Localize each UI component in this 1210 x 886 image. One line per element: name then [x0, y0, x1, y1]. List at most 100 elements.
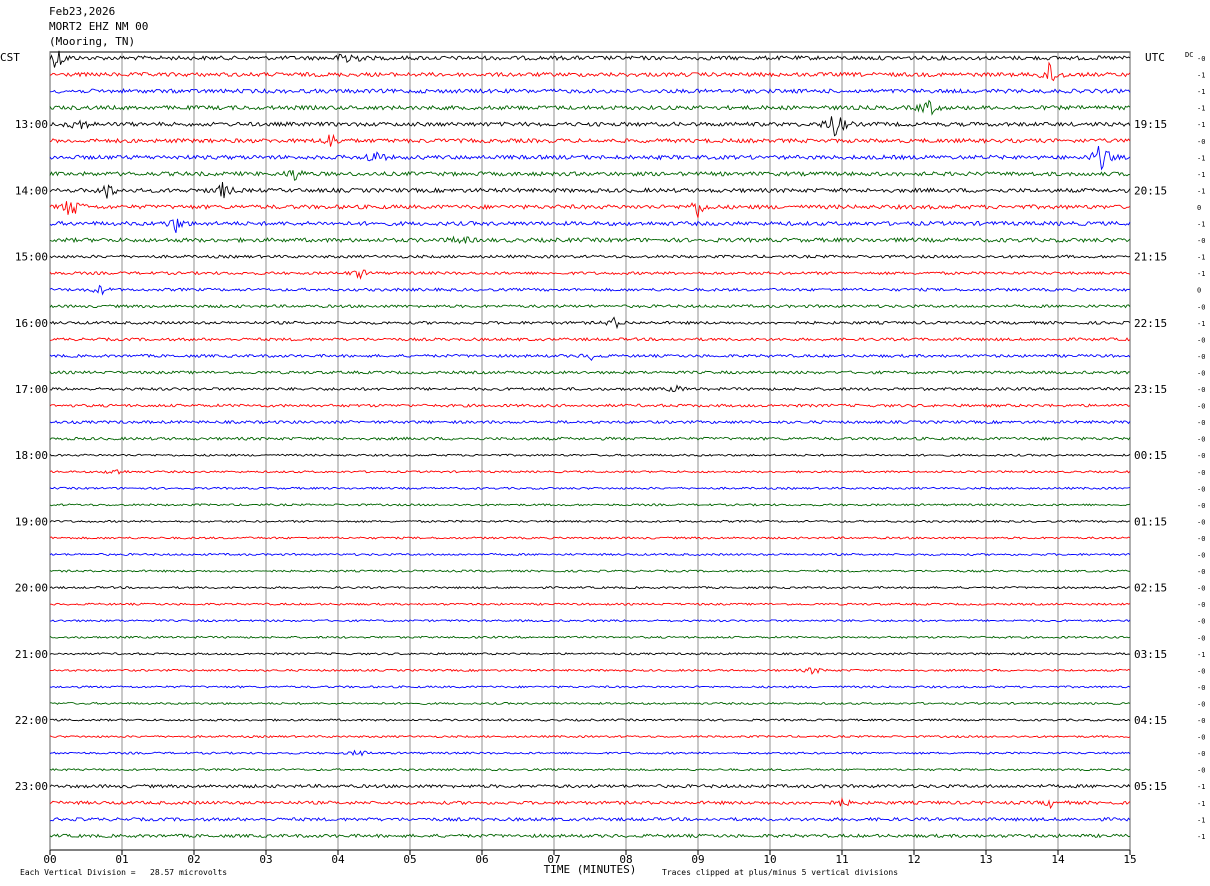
seismic-trace — [49, 816, 1131, 822]
seismic-trace — [49, 201, 1131, 218]
seismic-trace — [49, 235, 1131, 245]
dc-offset-label: -0 — [1197, 518, 1205, 526]
seismic-trace — [49, 87, 1131, 95]
dc-offset-label: -1 — [1197, 105, 1205, 113]
seismic-trace — [49, 370, 1131, 375]
seismic-trace — [50, 602, 1131, 606]
seismic-trace — [49, 316, 1131, 330]
seismic-trace — [49, 667, 1131, 675]
x-axis-title: TIME (MINUTES) — [544, 863, 637, 876]
dc-offset-label: -0 — [1197, 469, 1205, 477]
seismic-trace — [49, 384, 1131, 393]
seismic-trace — [49, 99, 1131, 116]
seismic-trace — [49, 783, 1131, 789]
dc-offset-label: -1 — [1197, 254, 1205, 262]
dc-offset-label: -0 — [1197, 336, 1205, 344]
dc-offset-label: -0 — [1197, 601, 1205, 609]
x-tick-label: 15 — [1123, 853, 1136, 866]
division-note: Each Vertical Division = 28.57 microvolt… — [20, 868, 228, 877]
dc-offset-label: -0 — [1197, 55, 1205, 63]
seismic-trace — [49, 284, 1131, 296]
dc-offset-label: -0 — [1197, 618, 1205, 626]
left-hour-label: 18:00 — [15, 449, 48, 462]
seismic-trace — [49, 146, 1131, 171]
seismic-trace — [49, 116, 1131, 137]
left-timezone-label: CST — [0, 51, 20, 64]
dc-offset-label: -0 — [1197, 734, 1205, 742]
dc-offset-label: 0 — [1197, 204, 1201, 212]
right-hour-label: 23:15 — [1134, 383, 1167, 396]
seismic-trace — [49, 169, 1131, 181]
dc-offset-label: -0 — [1197, 303, 1205, 311]
x-tick-label: 13 — [979, 853, 992, 866]
seismic-trace — [49, 569, 1131, 573]
dc-offset-label: -0 — [1197, 353, 1205, 361]
x-tick-label: 03 — [259, 853, 272, 866]
dc-offset-label: -1 — [1197, 221, 1205, 229]
left-hour-label: 19:00 — [15, 515, 48, 528]
left-hour-label: 23:00 — [15, 780, 48, 793]
x-tick-label: 02 — [187, 853, 200, 866]
x-tick-label: 12 — [907, 853, 920, 866]
dc-offset-label: -0 — [1197, 237, 1205, 245]
dc-offset-label: -0 — [1197, 138, 1205, 146]
dc-offset-label: -1 — [1197, 270, 1205, 278]
seismic-trace — [49, 403, 1131, 408]
right-hour-label: 01:15 — [1134, 515, 1167, 528]
dc-offset-label: -0 — [1197, 667, 1205, 675]
dc-offset-label: -0 — [1197, 386, 1205, 394]
x-tick-label: 04 — [331, 853, 345, 866]
dc-offset-label: -0 — [1197, 717, 1205, 725]
dc-offset-label: -1 — [1197, 816, 1205, 824]
left-hour-label: 22:00 — [15, 714, 48, 727]
seismic-trace — [49, 536, 1131, 540]
dc-offset-label: -0 — [1197, 369, 1205, 377]
seismic-trace — [49, 269, 1131, 280]
right-hour-label: 20:15 — [1134, 184, 1167, 197]
dc-offset-label: -1 — [1197, 783, 1205, 791]
x-tick-label: 06 — [475, 853, 488, 866]
seismic-trace — [49, 353, 1131, 361]
right-hour-label: 03:15 — [1134, 648, 1167, 661]
seismic-trace — [49, 50, 1131, 68]
seismic-trace — [49, 552, 1131, 557]
right-hour-label: 21:15 — [1134, 251, 1167, 264]
dc-offset-label: -0 — [1197, 452, 1205, 460]
seismic-trace — [49, 419, 1131, 425]
left-hour-label: 20:00 — [15, 582, 48, 595]
dc-offset-label: -1 — [1197, 72, 1205, 80]
seismic-trace — [49, 182, 1131, 199]
dc-offset-label: -0 — [1197, 700, 1205, 708]
seismic-trace — [49, 734, 1131, 739]
seismic-trace — [49, 652, 1131, 656]
left-hour-label: 14:00 — [15, 184, 48, 197]
clip-note: Traces clipped at plus/minus 5 vertical … — [662, 868, 899, 877]
seismic-trace — [49, 833, 1131, 839]
x-tick-label: 00 — [43, 853, 56, 866]
dc-offset-label: -0 — [1197, 684, 1205, 692]
left-hour-label: 15:00 — [15, 251, 48, 264]
left-hour-label: 17:00 — [15, 383, 48, 396]
seismic-trace — [49, 685, 1131, 689]
dc-offset-label: 0 — [1197, 287, 1201, 295]
x-tick-label: 14 — [1051, 853, 1065, 866]
dc-offset-label: -0 — [1197, 634, 1205, 642]
dc-offset-label: -0 — [1197, 485, 1205, 493]
dc-header-label: DC — [1185, 51, 1193, 59]
seismic-trace — [49, 436, 1131, 441]
seismic-trace — [49, 797, 1131, 810]
seismic-trace — [49, 767, 1131, 772]
seismic-trace — [49, 218, 1131, 233]
seismic-trace — [49, 635, 1131, 639]
seismic-trace — [49, 304, 1131, 309]
dc-offset-label: -0 — [1197, 436, 1205, 444]
seismic-trace — [49, 619, 1131, 623]
x-tick-label: 11 — [835, 853, 848, 866]
dc-offset-label: -1 — [1197, 154, 1205, 162]
right-hour-label: 00:15 — [1134, 449, 1167, 462]
dc-offset-label: -0 — [1197, 767, 1205, 775]
seismic-trace — [49, 519, 1131, 524]
dc-offset-label: -1 — [1197, 800, 1205, 808]
dc-offset-label: -0 — [1197, 403, 1205, 411]
dc-offset-label: -0 — [1197, 552, 1205, 560]
